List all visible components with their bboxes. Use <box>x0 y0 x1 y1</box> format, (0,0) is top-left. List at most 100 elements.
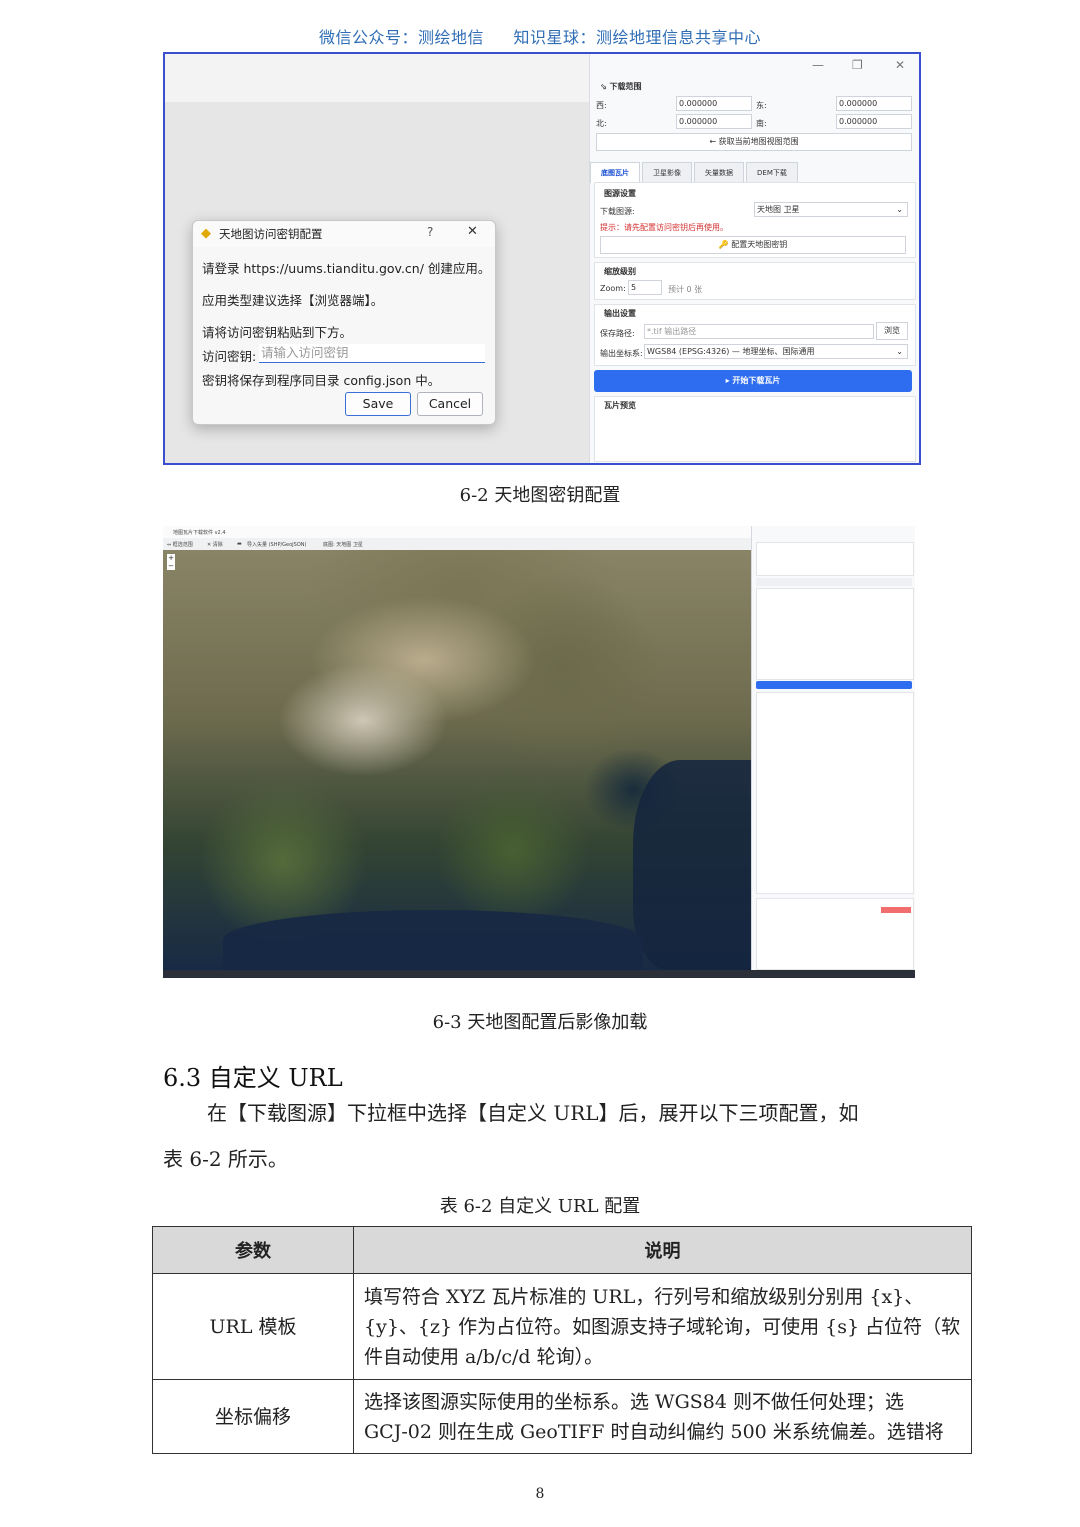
tab-satellite[interactable]: 卫星影像 <box>642 162 692 183</box>
dialog-line-1: 请登录 https://uums.tianditu.gov.cn/ 创建应用。 <box>202 261 491 276</box>
close-icon[interactable]: ✕ <box>895 58 905 72</box>
save-path-input[interactable]: *.tif 输出路径 <box>644 324 874 339</box>
satellite-map[interactable]: + − <box>163 550 751 970</box>
key-config-dialog: ◆ 天地图访问密钥配置 ? ✕ 请登录 https://uums.tiandit… <box>192 220 496 425</box>
south-label: 南: <box>756 119 767 128</box>
settings-box <box>756 588 914 680</box>
preview-section-label: 瓦片预览 <box>604 401 636 410</box>
section-download-range: ⬂ 下载范围 <box>600 81 642 92</box>
zoom-spinbox[interactable]: 5 <box>628 280 662 295</box>
paragraph-line-2: 表 6-2 所示。 <box>163 1147 288 1171</box>
west-input[interactable]: 0.000000 <box>676 96 752 111</box>
map-sea-east <box>633 760 751 970</box>
table-row: 坐标偏移 选择该图源实际使用的坐标系。选 WGS84 则不做任何处理；选 GCJ… <box>152 1379 972 1454</box>
desc-line: 选择该图源实际使用的坐标系。选 WGS84 则不做任何处理；选 <box>364 1390 904 1413</box>
crs-select[interactable]: WGS84 (EPSG:4326) — 地理坐标、国际通用 ⌄ <box>644 344 908 359</box>
dialog-line-4: 密钥将保存到程序同目录 config.json 中。 <box>202 373 441 388</box>
output-section-label: 输出设置 <box>604 309 636 318</box>
header-param: 参数 <box>152 1226 354 1274</box>
app-logo-icon: ◆ <box>201 226 211 241</box>
config-table: 参数 说明 URL 模板 填写符合 XYZ 瓦片标准的 URL，行列号和缩放级别… <box>152 1226 972 1454</box>
config-key-button[interactable]: 🔑 配置天地图密钥 <box>600 236 906 254</box>
get-view-button[interactable]: ← 获取当前地图视图范围 <box>596 133 912 151</box>
table-row: URL 模板 填写符合 XYZ 瓦片标准的 URL，行列号和缩放级别分别用 {x… <box>152 1273 972 1380</box>
table-caption: 表 6-2 自定义 URL 配置 <box>439 1196 641 1217</box>
zoom-label: Zoom: <box>600 284 626 293</box>
browse-button[interactable]: 浏览 <box>876 322 908 340</box>
source-label: 下载图源: <box>600 207 635 216</box>
save-path-label: 保存路径: <box>600 329 635 338</box>
desc-line: 件自动使用 a/b/c/d 轮询）。 <box>364 1345 604 1368</box>
desc-line: GCJ-02 则在生成 GeoTIFF 时自动纠偏约 500 米系统偏差。选错将 <box>364 1420 944 1443</box>
east-label: 东: <box>756 101 767 110</box>
map-sea-south <box>223 910 643 970</box>
minimize-icon[interactable]: — <box>812 58 824 72</box>
desc-url-template: 填写符合 XYZ 瓦片标准的 URL，行列号和缩放级别分别用 {x}、 {y}、… <box>353 1273 972 1380</box>
range-icon: ⬂ <box>600 82 610 91</box>
zoom-section-label: 缩放级别 <box>604 267 636 276</box>
start-download-button[interactable]: ▸ 开始下载瓦片 <box>594 370 912 392</box>
crs-label: 输出坐标系: <box>600 349 643 358</box>
dialog-line-2: 应用类型建议选择【浏览器端】。 <box>202 293 384 308</box>
restore-icon[interactable]: ❐ <box>852 58 863 72</box>
config-key-label: 配置天地图密钥 <box>731 240 788 249</box>
key-label: 访问密钥: <box>202 349 257 364</box>
chevron-down-icon: ⌄ <box>896 347 903 356</box>
figure-caption-1: 6-2 天地图密钥配置 <box>459 485 621 506</box>
dialog-title: 天地图访问密钥配置 <box>219 227 323 241</box>
desc-coord-offset: 选择该图源实际使用的坐标系。选 WGS84 则不做任何处理；选 GCJ-02 则… <box>353 1379 972 1454</box>
tab-bar: 底图瓦片 卫星影像 矢量数据 DEM下载 <box>590 162 800 183</box>
source-select-value: 天地图 卫星 <box>757 205 800 214</box>
page-header: 微信公众号：测绘地信 知识星球：测绘地理信息共享中心 <box>0 24 1080 48</box>
zoom-control[interactable]: + − <box>167 554 175 570</box>
north-label: 北: <box>596 119 607 128</box>
dialog-close-icon[interactable]: ✕ <box>467 224 478 239</box>
toolbar-basemap-select[interactable]: 底图: 天地图 卫星 <box>323 541 363 548</box>
north-input[interactable]: 0.000000 <box>676 114 752 129</box>
crs-select-value: WGS84 (EPSG:4326) — 地理坐标、国际通用 <box>647 347 815 356</box>
log-box <box>756 898 914 970</box>
figure-caption-2: 6-3 天地图配置后影像加载 <box>432 1012 648 1033</box>
side-panel <box>751 526 915 978</box>
tile-preview <box>756 692 914 894</box>
header-desc: 说明 <box>353 1226 972 1274</box>
source-section-label: 图源设置 <box>604 189 636 198</box>
toolbar-clear[interactable]: ✕ 清除 <box>207 541 223 548</box>
paragraph-line-1: 在【下载图源】下拉框中选择【自定义 URL】后，展开以下三项配置，如 <box>207 1101 859 1125</box>
cancel-button[interactable]: Cancel <box>417 392 483 416</box>
tab-strip <box>756 578 912 586</box>
chevron-down-icon: ⌄ <box>896 205 903 214</box>
screenshot-imagery-loaded: 地图瓦片下载软件 v2.4 — ❐ ✕ ⇔ 框选范围 ✕ 清除 ▬ 导入矢量 (… <box>163 526 915 978</box>
save-button[interactable]: Save <box>345 392 411 416</box>
header-zsxq: 知识星球：测绘地理信息共享中心 <box>513 28 762 47</box>
key-icon: 🔑 <box>718 240 729 249</box>
tab-dem[interactable]: DEM下载 <box>746 162 798 183</box>
south-input[interactable]: 0.000000 <box>836 114 912 129</box>
east-input[interactable]: 0.000000 <box>836 96 912 111</box>
tab-vector[interactable]: 矢量数据 <box>694 162 744 183</box>
key-input[interactable]: 请输入访问密钥 <box>259 344 485 363</box>
param-coord-offset: 坐标偏移 <box>152 1379 354 1454</box>
tab-basemap[interactable]: 底图瓦片 <box>590 162 640 183</box>
map-toolbar: ⇔ 框选范围 ✕ 清除 ▬ 导入矢量 (SHP/GeoJSON) 底图: 天地图… <box>163 538 751 550</box>
table-header-row: 参数 说明 <box>152 1226 972 1274</box>
help-icon[interactable]: ? <box>427 225 433 239</box>
section-label: 下载范围 <box>609 82 642 91</box>
page-number: 8 <box>535 1486 545 1502</box>
source-select[interactable]: 天地图 卫星 ⌄ <box>754 202 908 217</box>
hint-text: 提示：请先配置访问密钥后再使用。 <box>600 223 728 232</box>
desc-line: {y}、{z} 作为占位符。如图源支持子域轮询，可使用 {s} 占位符（软 <box>364 1315 961 1338</box>
status-bar <box>163 970 915 978</box>
dialog-line-3: 请将访问密钥粘贴到下方。 <box>202 325 353 340</box>
key-input-placeholder: 请输入访问密钥 <box>261 345 349 360</box>
desc-line: 填写符合 XYZ 瓦片标准的 URL，行列号和缩放级别分别用 {x}、 <box>364 1285 924 1308</box>
start-download-button[interactable] <box>756 681 912 689</box>
toolbar-import-vector[interactable]: 导入矢量 (SHP/GeoJSON) <box>247 541 306 548</box>
header-wechat: 微信公众号：测绘地信 <box>318 28 484 47</box>
log-progress <box>881 907 911 913</box>
screenshot-key-config: — ❐ ✕ ⬂ 下载范围 西: 0.000000 东: 0.000000 北: … <box>163 52 921 465</box>
preview-group <box>594 396 916 462</box>
toolbar-box-select[interactable]: ⇔ 框选范围 <box>167 541 193 548</box>
zoom-estimate: 预计 0 张 <box>668 285 703 294</box>
map-canvas-top <box>165 54 589 102</box>
